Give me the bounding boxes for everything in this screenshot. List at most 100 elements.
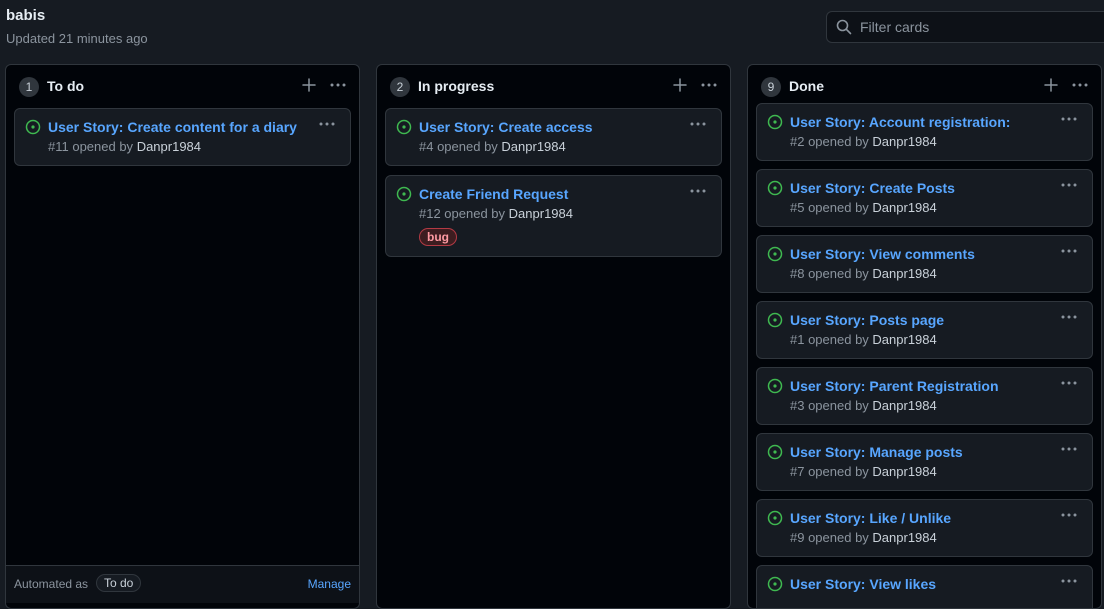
add-card-icon[interactable] — [1043, 77, 1059, 93]
column-in-progress: 2 In progress User Story: Create access … — [376, 64, 731, 609]
card-author: Danpr1984 — [872, 200, 937, 215]
card-menu-icon[interactable] — [1060, 310, 1078, 324]
open-issue-icon — [767, 114, 783, 130]
open-issue-icon — [767, 180, 783, 196]
card-title-link[interactable]: User Story: Posts page — [790, 311, 1082, 329]
card-author: Danpr1984 — [136, 139, 202, 154]
card-meta: #1 opened by Danpr1984 — [790, 332, 1082, 347]
card-menu-icon[interactable] — [1060, 244, 1078, 258]
add-card-icon[interactable] — [672, 77, 688, 93]
card-menu-icon[interactable] — [1060, 112, 1078, 126]
card-author: Danpr1984 — [872, 464, 937, 479]
issue-card[interactable]: User Story: Posts page #1 opened by Danpr… — [756, 301, 1093, 359]
card-meta-text: #3 opened by — [790, 398, 869, 413]
column-title: Done — [789, 78, 824, 94]
card-meta: #12 opened by Danpr1984 — [419, 206, 711, 221]
card-title-link[interactable]: User Story: View comments — [790, 245, 1082, 263]
issue-card[interactable]: User Story: Create Posts #5 opened by Dan… — [756, 169, 1093, 227]
card-menu-icon[interactable] — [1060, 178, 1078, 192]
issue-card[interactable]: User Story: Manage posts #7 opened by Dan… — [756, 433, 1093, 491]
card-author: Danpr1984 — [508, 206, 573, 221]
column-menu-icon[interactable] — [700, 77, 718, 93]
card-meta-text: #2 opened by — [790, 134, 869, 149]
project-title: babis — [6, 7, 46, 24]
column-count-badge: 1 — [19, 77, 39, 97]
card-meta-text: #1 opened by — [790, 332, 869, 347]
issue-card[interactable]: User Story: Create access #4 opened by D… — [385, 108, 722, 166]
card-menu-icon[interactable] — [689, 117, 707, 131]
open-issue-icon — [767, 444, 783, 460]
card-meta: #9 opened by Danpr1984 — [790, 530, 1082, 545]
card-list: User Story: Create access #4 opened by D… — [385, 108, 722, 266]
card-meta-text: #8 opened by — [790, 266, 869, 281]
card-title-link[interactable]: User Story: Account registration: — [790, 113, 1082, 131]
card-meta-text: #7 opened by — [790, 464, 869, 479]
open-issue-icon — [767, 510, 783, 526]
open-issue-icon — [25, 119, 41, 135]
card-title-link[interactable]: User Story: Create Posts — [790, 179, 1082, 197]
filter-cards-box[interactable] — [826, 11, 1104, 43]
search-icon — [836, 19, 852, 35]
card-menu-icon[interactable] — [689, 184, 707, 198]
card-title-link[interactable]: User Story: Create access — [419, 118, 711, 136]
open-issue-icon — [767, 312, 783, 328]
updated-timestamp: Updated 21 minutes ago — [6, 31, 148, 46]
column-header: 2 In progress — [377, 65, 730, 107]
open-issue-icon — [767, 576, 783, 592]
card-list: User Story: Create content for a diary #… — [14, 108, 351, 175]
card-author: Danpr1984 — [872, 530, 937, 545]
card-meta: #11 opened by Danpr1984 — [48, 139, 340, 154]
card-author: Danpr1984 — [872, 398, 937, 413]
issue-card[interactable]: User Story: Account registration: #2 open… — [756, 103, 1093, 161]
open-issue-icon — [767, 246, 783, 262]
column-todo: 1 To do User Story: Create content for a… — [5, 64, 360, 609]
card-menu-icon[interactable] — [1060, 574, 1078, 588]
card-menu-icon[interactable] — [1060, 508, 1078, 522]
card-title-link[interactable]: Create Friend Request — [419, 185, 711, 203]
card-meta-text: #4 opened by — [419, 139, 498, 154]
column-title: To do — [47, 78, 85, 94]
filter-cards-input[interactable] — [860, 19, 1100, 35]
automation-text: Automated as — [14, 577, 89, 591]
issue-card[interactable]: User Story: View comments #8 opened by Da… — [756, 235, 1093, 293]
card-title-link[interactable]: User Story: View likes — [790, 575, 1082, 593]
card-meta: #4 opened by Danpr1984 — [419, 139, 711, 154]
automation-pill: To do — [96, 574, 142, 592]
card-menu-icon[interactable] — [1060, 442, 1078, 456]
card-title-link[interactable]: User Story: Like / Unlike — [790, 509, 1082, 527]
project-header: babis Updated 21 minutes ago — [0, 0, 1104, 64]
open-issue-icon — [767, 378, 783, 394]
card-meta: #7 opened by Danpr1984 — [790, 464, 1082, 479]
card-meta: #3 opened by Danpr1984 — [790, 398, 1082, 413]
column-menu-icon[interactable] — [1071, 77, 1089, 93]
column-menu-icon[interactable] — [329, 77, 347, 93]
column-count-badge: 9 — [761, 77, 781, 97]
column-footer: Automated as To do Manage — [6, 565, 359, 603]
card-meta-text: #11 opened by — [48, 139, 134, 154]
card-meta: #8 opened by Danpr1984 — [790, 266, 1082, 281]
column-title: In progress — [418, 78, 495, 94]
issue-card[interactable]: User Story: Create content for a diary #… — [14, 108, 351, 166]
column-count-badge: 2 — [390, 77, 410, 97]
card-meta-text: #9 opened by — [790, 530, 869, 545]
card-meta: #5 opened by Danpr1984 — [790, 200, 1082, 215]
card-list: User Story: Account registration: #2 open… — [756, 103, 1093, 608]
column-header: 9 Done — [748, 65, 1101, 107]
column-header: 1 To do — [6, 65, 359, 107]
issue-card[interactable]: User Story: View likes — [756, 565, 1093, 608]
card-title-link[interactable]: User Story: Parent Registration — [790, 377, 1082, 395]
card-meta-text: #5 opened by — [790, 200, 869, 215]
open-issue-icon — [396, 119, 412, 135]
issue-card[interactable]: Create Friend Request #12 opened by Danp… — [385, 175, 722, 257]
card-menu-icon[interactable] — [318, 117, 336, 131]
card-author: Danpr1984 — [872, 266, 937, 281]
card-title-link[interactable]: User Story: Manage posts — [790, 443, 1082, 461]
bug-label[interactable]: bug — [419, 228, 457, 246]
card-meta: #2 opened by Danpr1984 — [790, 134, 1082, 149]
add-card-icon[interactable] — [301, 77, 317, 93]
card-title-link[interactable]: User Story: Create content for a diary — [48, 118, 340, 136]
issue-card[interactable]: User Story: Like / Unlike #9 opened by Da… — [756, 499, 1093, 557]
issue-card[interactable]: User Story: Parent Registration #3 opened… — [756, 367, 1093, 425]
card-menu-icon[interactable] — [1060, 376, 1078, 390]
manage-automation-link[interactable]: Manage — [308, 577, 351, 591]
